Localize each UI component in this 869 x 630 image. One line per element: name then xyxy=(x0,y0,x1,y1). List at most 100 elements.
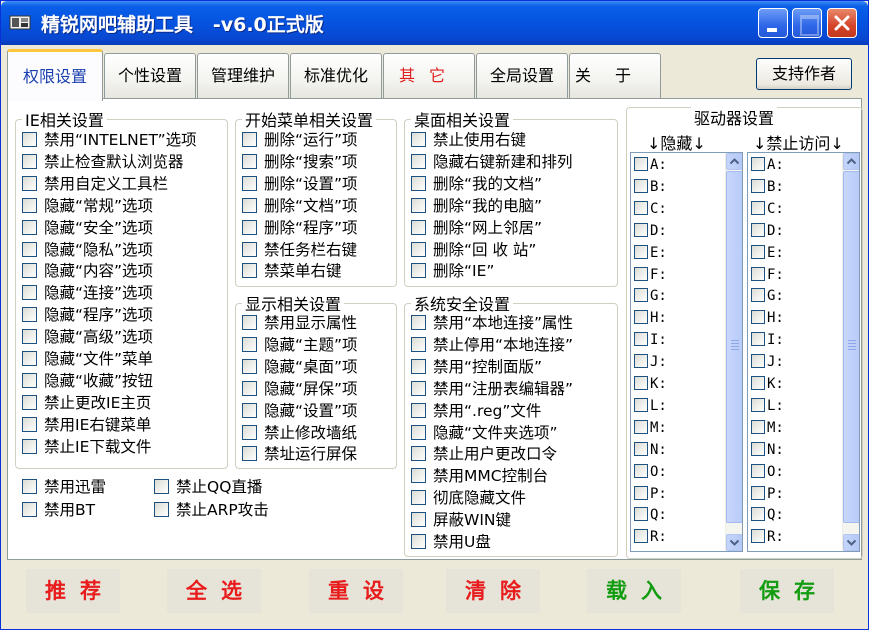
checkbox-box[interactable] xyxy=(751,288,765,303)
setting-checkbox[interactable]: 隐藏“程序”选项 xyxy=(22,305,153,325)
checkbox-box[interactable] xyxy=(411,315,426,330)
checkbox-box[interactable] xyxy=(634,157,648,171)
tab-permissions[interactable]: 权限设置 xyxy=(7,49,103,101)
checkbox-box[interactable] xyxy=(634,354,648,369)
checkbox-box[interactable] xyxy=(634,419,648,434)
hide-drive-item[interactable]: E: xyxy=(634,243,667,263)
checkbox-box[interactable] xyxy=(154,502,169,517)
checkbox-disable-bt[interactable]: 禁用BT xyxy=(22,500,95,520)
setting-checkbox[interactable]: 禁止用户更改口令 xyxy=(411,444,557,464)
deny-drive-item[interactable]: K: xyxy=(751,374,784,394)
setting-checkbox[interactable]: 屏蔽WIN键 xyxy=(411,510,511,530)
checkbox-block-arp[interactable]: 禁止ARP攻击 xyxy=(154,500,269,520)
hide-drive-item[interactable]: R: xyxy=(634,527,667,547)
setting-checkbox[interactable]: 禁止停用“本地连接” xyxy=(411,335,573,355)
hide-drive-item[interactable]: B: xyxy=(634,177,667,197)
checkbox-box[interactable] xyxy=(22,351,37,366)
checkbox-box[interactable] xyxy=(634,310,648,325)
select-all-button[interactable]: 全选 xyxy=(167,569,261,613)
scroll-thumb[interactable] xyxy=(843,171,859,523)
hide-drives-scrollbar[interactable] xyxy=(725,153,742,551)
deny-drive-item[interactable]: C: xyxy=(751,199,784,219)
setting-checkbox[interactable]: 禁止修改墙纸 xyxy=(242,423,357,443)
checkbox-box[interactable] xyxy=(751,354,765,369)
checkbox-box[interactable] xyxy=(751,222,765,237)
hide-drives-list[interactable]: A: B: C: D: E: F: G: H: I: J: K: L: M: N: O: P: Q: R: xyxy=(630,152,743,552)
setting-checkbox[interactable]: 删除“回 收 站” xyxy=(411,240,536,260)
setting-checkbox[interactable]: 隐藏“隐私”选项 xyxy=(22,240,153,260)
deny-drive-item[interactable]: A: xyxy=(751,155,784,175)
checkbox-box[interactable] xyxy=(751,157,765,171)
setting-checkbox[interactable]: 禁菜单右键 xyxy=(242,261,342,281)
checkbox-box[interactable] xyxy=(22,241,37,257)
checkbox-box[interactable] xyxy=(22,307,37,323)
minimize-button[interactable] xyxy=(758,8,788,38)
title-bar[interactable]: 精锐网吧辅助工具 -v6.0正式版 xyxy=(1,1,868,45)
tab-global[interactable]: 全局设置 xyxy=(476,53,568,99)
deny-drive-item[interactable]: F: xyxy=(751,265,784,285)
hide-drive-item[interactable]: O: xyxy=(634,462,667,482)
checkbox-box[interactable] xyxy=(242,380,257,396)
checkbox-box[interactable] xyxy=(154,479,169,494)
checkbox-box[interactable] xyxy=(411,241,426,257)
setting-checkbox[interactable]: 禁用U盘 xyxy=(411,532,491,552)
deny-drive-item[interactable]: B: xyxy=(751,177,784,197)
tab-optimize[interactable]: 标准优化 xyxy=(290,53,382,99)
setting-checkbox[interactable]: 彻底隐藏文件 xyxy=(411,488,526,508)
close-button[interactable] xyxy=(827,8,857,38)
setting-checkbox[interactable]: 删除“我的电脑” xyxy=(411,196,542,216)
checkbox-box[interactable] xyxy=(242,175,257,191)
checkbox-box[interactable] xyxy=(411,424,426,440)
checkbox-box[interactable] xyxy=(751,529,765,544)
setting-checkbox[interactable]: 删除“IE” xyxy=(411,261,494,281)
deny-drive-item[interactable]: M: xyxy=(751,418,784,438)
setting-checkbox[interactable]: 删除“文档”项 xyxy=(242,196,358,216)
setting-checkbox[interactable]: 删除“设置”项 xyxy=(242,174,358,194)
checkbox-box[interactable] xyxy=(411,402,426,418)
checkbox-box[interactable] xyxy=(242,197,257,213)
deny-drive-item[interactable]: G: xyxy=(751,286,784,306)
checkbox-disable-qq-live[interactable]: 禁止QQ直播 xyxy=(154,477,262,497)
deny-drive-item[interactable]: I: xyxy=(751,330,784,350)
setting-checkbox[interactable]: 禁止IE下载文件 xyxy=(22,437,151,457)
hide-drive-item[interactable]: N: xyxy=(634,440,667,460)
checkbox-box[interactable] xyxy=(634,376,648,390)
checkbox-box[interactable] xyxy=(242,402,257,418)
checkbox-box[interactable] xyxy=(411,512,426,528)
checkbox-box[interactable] xyxy=(751,441,765,456)
checkbox-box[interactable] xyxy=(634,288,648,303)
maximize-button[interactable] xyxy=(792,8,822,38)
checkbox-box[interactable] xyxy=(751,266,765,281)
setting-checkbox[interactable]: 禁用“控制面版” xyxy=(411,357,542,377)
checkbox-box[interactable] xyxy=(751,463,765,478)
checkbox-box[interactable] xyxy=(634,397,648,412)
checkbox-box[interactable] xyxy=(751,310,765,325)
tab-management[interactable]: 管理维护 xyxy=(197,53,289,99)
tab-personalize[interactable]: 个性设置 xyxy=(104,53,196,99)
setting-checkbox[interactable]: 隐藏“安全”选项 xyxy=(22,218,153,238)
setting-checkbox[interactable]: 禁用IE右键菜单 xyxy=(22,415,151,435)
checkbox-box[interactable] xyxy=(242,263,257,279)
hide-drive-item[interactable]: H: xyxy=(634,308,667,328)
setting-checkbox[interactable]: 删除“运行”项 xyxy=(242,130,358,150)
setting-checkbox[interactable]: 删除“我的文档” xyxy=(411,174,542,194)
checkbox-box[interactable] xyxy=(411,132,426,147)
checkbox-box[interactable] xyxy=(411,468,426,484)
checkbox-box[interactable] xyxy=(634,200,648,215)
checkbox-box[interactable] xyxy=(634,463,648,478)
setting-checkbox[interactable]: 删除“网上邻居” xyxy=(411,218,542,238)
checkbox-box[interactable] xyxy=(411,197,426,213)
hide-drive-item[interactable]: J: xyxy=(634,352,667,372)
setting-checkbox[interactable]: 禁止使用右键 xyxy=(411,130,526,150)
setting-checkbox[interactable]: 禁用自定义工具栏 xyxy=(22,174,168,194)
checkbox-box[interactable] xyxy=(22,175,37,191)
checkbox-box[interactable] xyxy=(411,380,426,396)
setting-checkbox[interactable]: 禁止更改IE主页 xyxy=(22,393,151,413)
setting-checkbox[interactable]: 隐藏“桌面”项 xyxy=(242,357,358,377)
checkbox-box[interactable] xyxy=(751,485,765,500)
checkbox-disable-xunlei[interactable]: 禁用迅雷 xyxy=(22,477,106,497)
tab-other[interactable]: 其它 xyxy=(383,53,475,99)
checkbox-box[interactable] xyxy=(751,376,765,390)
checkbox-box[interactable] xyxy=(751,200,765,215)
checkbox-box[interactable] xyxy=(411,358,426,374)
